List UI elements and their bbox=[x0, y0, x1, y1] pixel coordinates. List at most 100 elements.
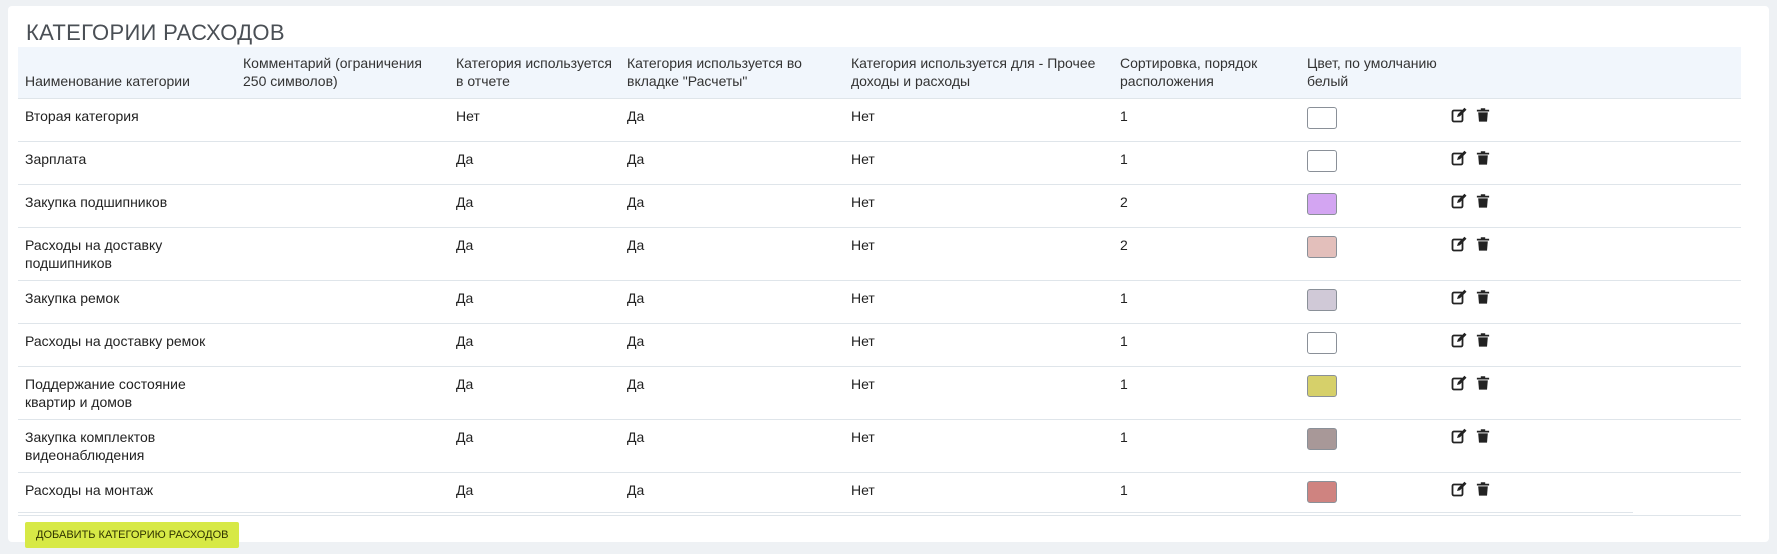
table-row: Закупка комплектов видеонаблюденияДаДаНе… bbox=[18, 420, 1741, 473]
cell-in-calculations: Да bbox=[620, 367, 844, 420]
header-in-other: Категория используется для - Прочее дохо… bbox=[844, 47, 1113, 99]
table-row: Поддержание состояние квартир и домов ДаД… bbox=[18, 367, 1741, 420]
cell-in-other: Нет bbox=[844, 99, 1113, 142]
color-swatch bbox=[1307, 332, 1337, 354]
cell-comment bbox=[236, 99, 449, 142]
cell-sort-order: 2 bbox=[1113, 228, 1300, 281]
cell-color bbox=[1300, 142, 1444, 185]
cell-in-other: Нет bbox=[844, 281, 1113, 324]
cell-in-calculations: Да bbox=[620, 99, 844, 142]
cell-actions bbox=[1444, 142, 1741, 185]
cell-in-report: Нет bbox=[449, 99, 620, 142]
edit-icon[interactable] bbox=[1451, 236, 1467, 252]
cell-in-report: Да bbox=[449, 473, 620, 516]
cell-in-report: Да bbox=[449, 324, 620, 367]
color-swatch bbox=[1307, 236, 1337, 258]
cell-in-report: Да bbox=[449, 281, 620, 324]
cell-actions bbox=[1444, 99, 1741, 142]
edit-icon[interactable] bbox=[1451, 289, 1467, 305]
header-in-report: Категория используется в отчете bbox=[449, 47, 620, 99]
cell-in-calculations: Да bbox=[620, 473, 844, 516]
cell-in-report: Да bbox=[449, 142, 620, 185]
cell-in-other: Нет bbox=[844, 185, 1113, 228]
cell-in-other: Нет bbox=[844, 228, 1113, 281]
trash-icon[interactable] bbox=[1476, 289, 1492, 305]
table-row: Расходы на доставку подшипниковДаДаНет2 bbox=[18, 228, 1741, 281]
cell-comment bbox=[236, 473, 449, 516]
cell-in-report: Да bbox=[449, 367, 620, 420]
trash-icon[interactable] bbox=[1476, 107, 1492, 123]
color-swatch bbox=[1307, 428, 1337, 450]
table-row: Расходы на монтажДаДаНет1 bbox=[18, 473, 1741, 516]
color-swatch bbox=[1307, 375, 1337, 397]
edit-icon[interactable] bbox=[1451, 428, 1467, 444]
header-in-calculations: Категория используется во вкладке "Расче… bbox=[620, 47, 844, 99]
header-color: Цвет, по умолчанию белый bbox=[1300, 47, 1444, 99]
trash-icon[interactable] bbox=[1476, 150, 1492, 166]
cell-category-name: Поддержание состояние квартир и домов bbox=[18, 367, 236, 420]
cell-actions bbox=[1444, 185, 1741, 228]
table-row: Закупка ремокДаДаНет1 bbox=[18, 281, 1741, 324]
cell-color bbox=[1300, 367, 1444, 420]
edit-icon[interactable] bbox=[1451, 332, 1467, 348]
cell-comment bbox=[236, 281, 449, 324]
cell-category-name: Закупка комплектов видеонаблюдения bbox=[18, 420, 236, 473]
cell-category-name: Зарплата bbox=[18, 142, 236, 185]
color-swatch bbox=[1307, 193, 1337, 215]
trash-icon[interactable] bbox=[1476, 481, 1492, 497]
cell-category-name: Закупка подшипников bbox=[18, 185, 236, 228]
table-footer-row: ДОБАВИТЬ КАТЕГОРИЮ РАСХОДОВ bbox=[18, 516, 1741, 554]
cell-actions bbox=[1444, 367, 1741, 420]
cell-comment bbox=[236, 228, 449, 281]
expense-categories-table: Наименование категории Комментарий (огра… bbox=[18, 47, 1741, 554]
header-category-name: Наименование категории bbox=[18, 47, 236, 99]
cell-category-name: Расходы на доставку ремок bbox=[18, 324, 236, 367]
cell-comment bbox=[236, 142, 449, 185]
cell-in-other: Нет bbox=[844, 142, 1113, 185]
cell-in-other: Нет bbox=[844, 420, 1113, 473]
cell-comment bbox=[236, 324, 449, 367]
cell-category-name: Расходы на доставку подшипников bbox=[18, 228, 236, 281]
cell-category-name: Вторая категория bbox=[18, 99, 236, 142]
footer-divider bbox=[18, 512, 1633, 513]
color-swatch bbox=[1307, 107, 1337, 129]
table-row: Расходы на доставку ремокДаДаНет1 bbox=[18, 324, 1741, 367]
edit-icon[interactable] bbox=[1451, 375, 1467, 391]
cell-in-calculations: Да bbox=[620, 324, 844, 367]
cell-in-calculations: Да bbox=[620, 228, 844, 281]
edit-icon[interactable] bbox=[1451, 193, 1467, 209]
cell-color bbox=[1300, 324, 1444, 367]
cell-in-other: Нет bbox=[844, 367, 1113, 420]
trash-icon[interactable] bbox=[1476, 375, 1492, 391]
cell-in-report: Да bbox=[449, 185, 620, 228]
table-header-row: Наименование категории Комментарий (огра… bbox=[18, 47, 1741, 99]
cell-sort-order: 2 bbox=[1113, 185, 1300, 228]
header-actions bbox=[1444, 47, 1741, 99]
cell-comment bbox=[236, 185, 449, 228]
cell-in-report: Да bbox=[449, 228, 620, 281]
table-row: Закупка подшипниковДаДаНет2 bbox=[18, 185, 1741, 228]
cell-color bbox=[1300, 473, 1444, 516]
cell-actions bbox=[1444, 228, 1741, 281]
cell-color bbox=[1300, 185, 1444, 228]
cell-in-report: Да bbox=[449, 420, 620, 473]
trash-icon[interactable] bbox=[1476, 332, 1492, 348]
cell-in-other: Нет bbox=[844, 473, 1113, 516]
add-category-button[interactable]: ДОБАВИТЬ КАТЕГОРИЮ РАСХОДОВ bbox=[25, 522, 239, 548]
cell-sort-order: 1 bbox=[1113, 367, 1300, 420]
table-row: Вторая категорияНетДаНет1 bbox=[18, 99, 1741, 142]
color-swatch bbox=[1307, 289, 1337, 311]
cell-actions bbox=[1444, 324, 1741, 367]
trash-icon[interactable] bbox=[1476, 193, 1492, 209]
cell-in-calculations: Да bbox=[620, 281, 844, 324]
cell-category-name: Расходы на монтаж bbox=[18, 473, 236, 516]
trash-icon[interactable] bbox=[1476, 428, 1492, 444]
cell-comment bbox=[236, 420, 449, 473]
edit-icon[interactable] bbox=[1451, 481, 1467, 497]
edit-icon[interactable] bbox=[1451, 107, 1467, 123]
cell-actions bbox=[1444, 281, 1741, 324]
trash-icon[interactable] bbox=[1476, 236, 1492, 252]
cell-color bbox=[1300, 420, 1444, 473]
edit-icon[interactable] bbox=[1451, 150, 1467, 166]
cell-sort-order: 1 bbox=[1113, 473, 1300, 516]
